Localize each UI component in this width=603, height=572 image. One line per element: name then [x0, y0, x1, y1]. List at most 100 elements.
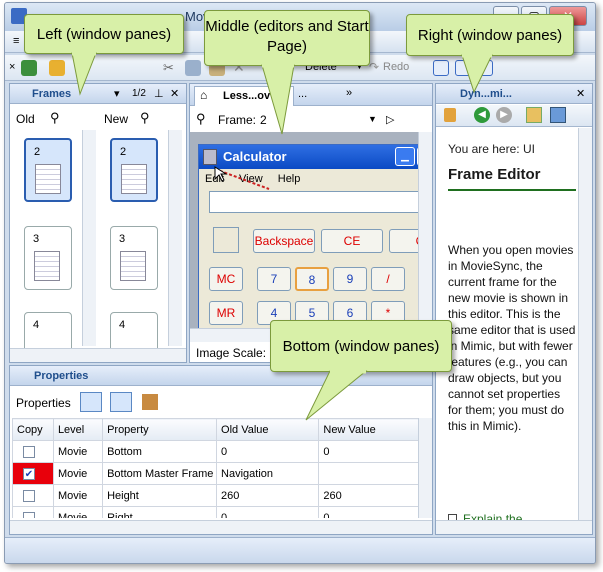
calc-menu-help: Help [277, 173, 301, 185]
frame-next-icon[interactable]: ▷ [386, 113, 394, 126]
calc-divide: / [371, 267, 405, 291]
help-close-icon[interactable]: ✕ [576, 84, 585, 104]
frames-pane: Frames ▾ 1/2 ⊥ ✕ Old ⚲ New ⚲ 2 3 4 2 3 4 [9, 83, 187, 363]
thumb-preview [34, 251, 60, 281]
properties-tool-2-icon[interactable] [110, 392, 132, 412]
new-value-cell: 260 [318, 484, 418, 507]
copy-cell[interactable] [12, 506, 54, 518]
forward-icon[interactable]: ▶ [496, 107, 512, 123]
callout-left-tail [71, 52, 97, 96]
calc-ce: CE [321, 229, 383, 253]
old-value-cell: 0 [216, 440, 320, 463]
new-value-cell: 0 [318, 506, 418, 518]
property-cell: Bottom Master Frame [102, 462, 218, 485]
old-value-cell: 260 [216, 484, 320, 507]
property-cell: Height [102, 484, 218, 507]
new-frame-thumb-2[interactable]: 2 [110, 138, 158, 202]
copy-checkbox[interactable] [23, 511, 35, 518]
thumb-preview [120, 251, 146, 281]
new-search-icon[interactable]: ⚲ [140, 110, 150, 126]
tab-overflow-icon[interactable]: » [346, 87, 352, 99]
home-icon[interactable] [526, 107, 542, 123]
calculator-memory-box [213, 227, 239, 253]
new-value-cell: 0 [318, 440, 418, 463]
tab-movie-icon: ⌂ [200, 88, 208, 102]
new-frame-thumb-3[interactable]: 3 [110, 226, 158, 290]
copy-checkbox[interactable] [23, 489, 35, 502]
calculator-minimize-icon: ▁ [395, 147, 415, 166]
help-body-text: When you open movies in MovieSync, the c… [448, 243, 576, 433]
table-row[interactable]: Movie Height 260 260 [12, 484, 418, 507]
help-h-scrollbar[interactable] [436, 520, 592, 534]
thumb-number: 3 [119, 233, 126, 245]
frame-canvas[interactable]: Calculator ▁ Edit View Help Backspace CE… [190, 132, 432, 328]
calc-7: 7 [257, 267, 291, 291]
new-label: New [104, 112, 129, 126]
back-icon[interactable]: ◀ [474, 107, 490, 123]
old-label: Old [16, 112, 35, 126]
old-frame-thumb-2[interactable]: 2 [24, 138, 72, 202]
copy-cell[interactable] [12, 440, 54, 463]
copy-icon[interactable] [185, 60, 201, 76]
copy-checkbox[interactable] [23, 445, 35, 458]
breadcrumb: You are here: UI [448, 142, 535, 156]
old-frame-thumb-3[interactable]: 3 [24, 226, 72, 290]
table-row[interactable]: ✔ Movie Bottom Master Frame Navigation [12, 462, 418, 485]
menu-expand-icon[interactable]: ≡ [13, 35, 19, 47]
canvas-v-scrollbar[interactable] [418, 132, 432, 328]
old-search-icon[interactable]: ⚲ [50, 110, 60, 126]
new-frames-scrollbar[interactable] [168, 130, 182, 346]
redo-icon[interactable]: ↷ [369, 60, 379, 74]
property-cell: Right [102, 506, 218, 518]
new-value-cell [318, 462, 418, 485]
level-cell: Movie [52, 506, 104, 518]
copy-checkbox-checked[interactable]: ✔ [23, 467, 35, 480]
frames-close-icon[interactable]: ✕ [170, 84, 179, 104]
properties-tool-1-icon[interactable] [80, 392, 102, 412]
properties-tool-3-icon[interactable] [142, 394, 158, 410]
calc-8: 8 [295, 267, 329, 291]
sync-icon[interactable] [550, 107, 566, 123]
thumb-number: 4 [119, 319, 126, 331]
col-copy[interactable]: Copy [12, 418, 54, 441]
lock-icon[interactable] [444, 108, 456, 122]
calc-9: 9 [333, 267, 367, 291]
frames-h-scrollbar[interactable] [10, 348, 186, 362]
close-icon[interactable]: × [9, 61, 15, 73]
thumb-number: 2 [34, 146, 41, 158]
calculator-display [209, 191, 432, 213]
help-heading: Frame Editor [448, 166, 576, 191]
calculator-window: Calculator ▁ Edit View Help Backspace CE… [198, 144, 432, 328]
refresh-icon[interactable] [21, 60, 37, 76]
old-value-cell: Navigation [216, 462, 320, 485]
properties-v-scrollbar[interactable] [418, 418, 432, 518]
copy-cell[interactable] [12, 484, 54, 507]
thumb-preview [121, 164, 147, 194]
thumb-number: 4 [33, 319, 40, 331]
property-cell: Bottom [102, 440, 218, 463]
copy-cell[interactable]: ✔ [12, 462, 54, 485]
calc-mr: MR [209, 301, 243, 325]
col-property[interactable]: Property [102, 418, 218, 441]
properties-h-scrollbar[interactable] [10, 520, 432, 534]
old-frames-scrollbar[interactable] [82, 130, 96, 346]
calc-backspace: Backspace [253, 229, 315, 253]
layout-icon-1[interactable] [433, 60, 449, 76]
properties-grid: Copy Level Property Old Value New Value … [12, 418, 418, 518]
level-cell: Movie [52, 484, 104, 507]
old-value-cell: 0 [216, 506, 320, 518]
frame-dropdown-icon[interactable]: ▼ [368, 114, 377, 124]
level-cell: Movie [52, 462, 104, 485]
editor-tabs: Less...ov ⌂ ... » [190, 84, 432, 106]
editor-search-icon[interactable]: ⚲ [196, 111, 206, 127]
cut-icon[interactable]: ✂ [163, 60, 174, 76]
callout-right: Right (window panes) [406, 14, 574, 56]
redo-button[interactable]: Redo [383, 61, 409, 73]
help-v-scrollbar[interactable] [578, 128, 592, 520]
help-toolbar: ◀ ▶ [436, 105, 592, 127]
pin-icon[interactable]: ⊥ [154, 84, 164, 104]
table-row[interactable]: Movie Bottom 0 0 [12, 440, 418, 463]
col-level[interactable]: Level [52, 418, 104, 441]
table-row[interactable]: Movie Right 0 0 [12, 506, 418, 518]
level-cell: Movie [52, 440, 104, 463]
